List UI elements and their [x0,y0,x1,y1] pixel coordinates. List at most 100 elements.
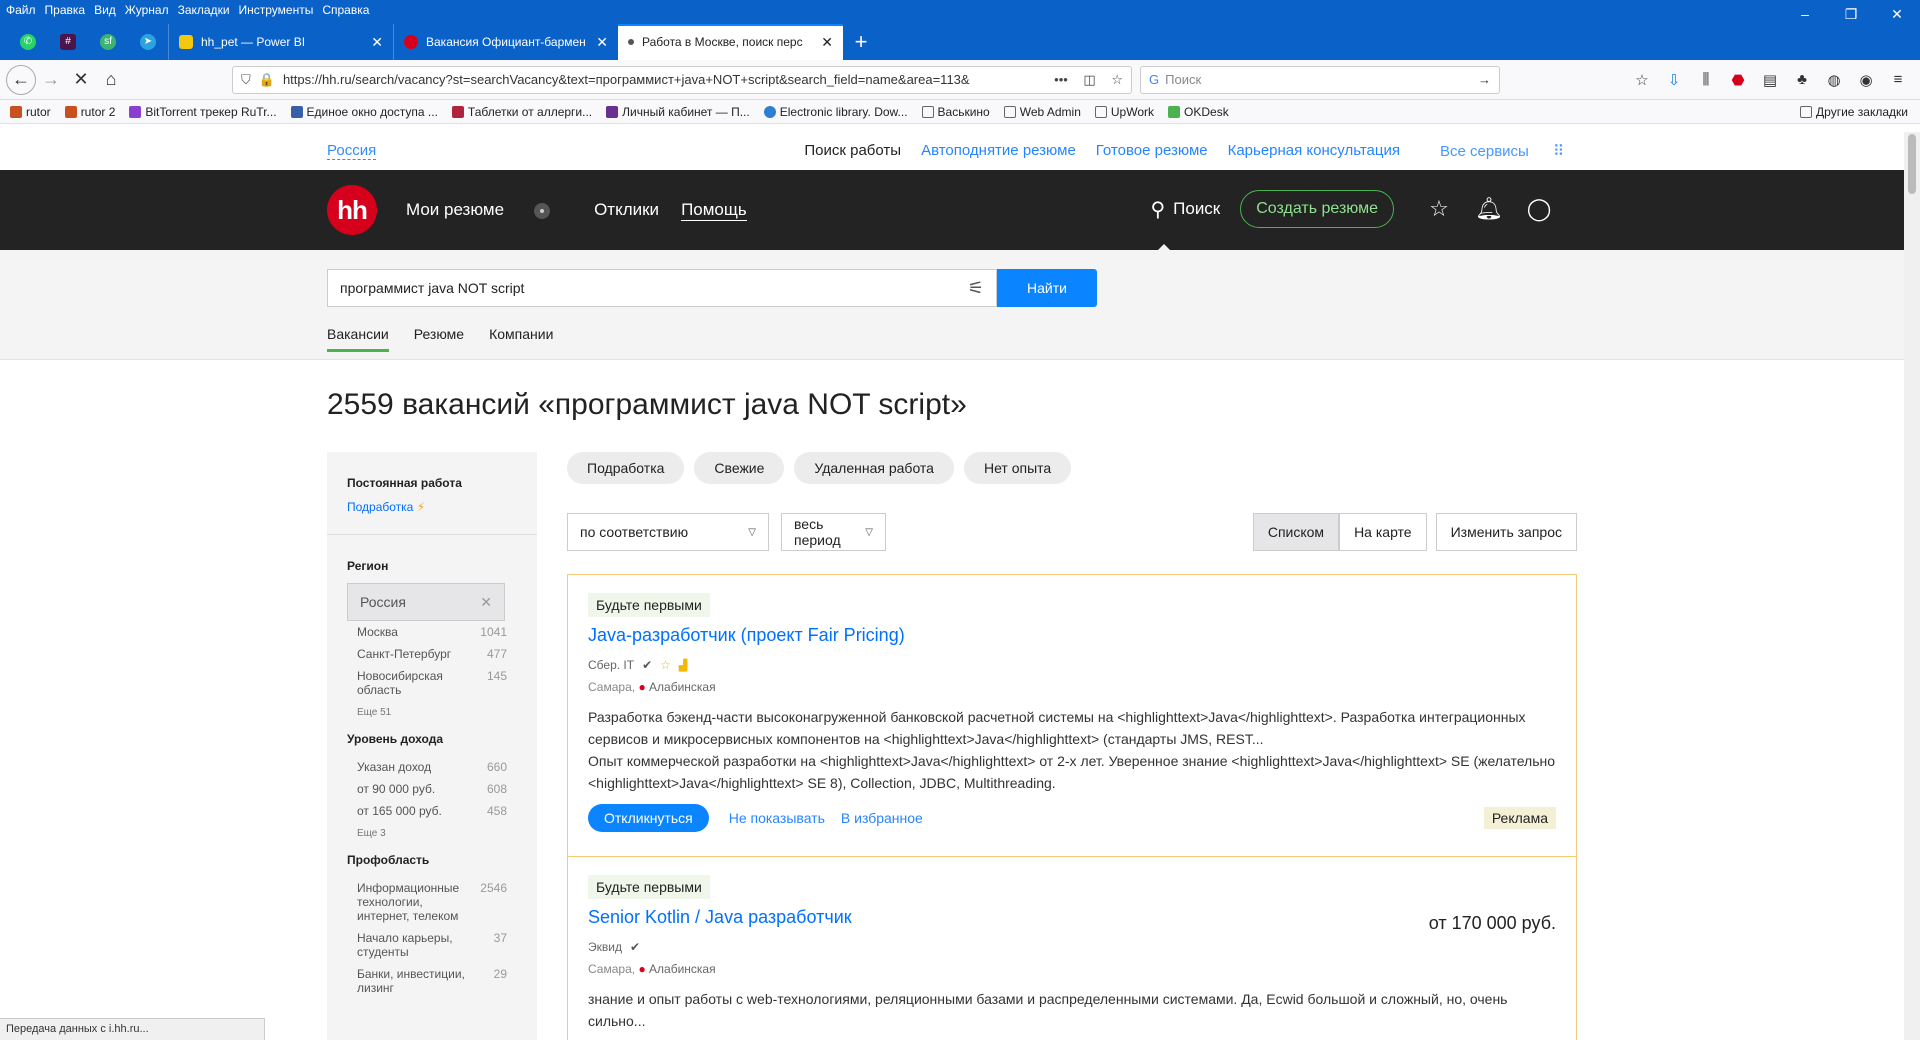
tab-search-active[interactable]: Работа в Москве, поиск перс ✕ [618,24,843,60]
vpn-icon[interactable]: ◍ [1818,71,1850,89]
bookmark-rutor2[interactable]: rutor 2 [64,105,115,119]
pinned-tab-skillfactory[interactable]: sf [88,24,128,60]
minimize-icon[interactable]: – [1782,0,1828,28]
bell-icon[interactable]: 🔔︎ [1464,196,1514,222]
star-icon[interactable]: ☆ [1414,196,1464,222]
create-resume-button[interactable]: Создать резюме [1240,190,1394,228]
menu-help[interactable]: Справка [322,3,369,17]
clear-icon[interactable]: ✕ [480,594,492,611]
chip-no-experience[interactable]: Нет опыта [963,452,1072,484]
bookmark-pills[interactable]: Таблетки от аллерги... [451,105,592,119]
income-item[interactable]: от 90 000 руб. 608 [347,778,517,800]
view-list-button[interactable]: Списком [1252,513,1340,551]
lock-icon[interactable]: 🔒 [259,72,275,88]
url-bar[interactable]: ⛉ 🔒 https://hh.ru/search/vacancy?st=sear… [232,65,1132,94]
bookmark-rutor[interactable]: rutor [10,105,51,119]
close-tab-icon[interactable]: ✕ [821,34,833,51]
tab-companies[interactable]: Компании [489,326,553,352]
region-item-moscow[interactable]: Москва 1041 [347,621,517,643]
region-item-russia[interactable]: Россия ✕ [347,583,505,621]
part-time-link[interactable]: Подработка ⚡ [347,500,517,514]
library-icon[interactable]: ⫼ [1690,71,1722,89]
hide-vacancy-link[interactable]: Не показывать [729,810,825,826]
filter-sliders-icon[interactable]: ⚟ [968,278,984,299]
tab-resumes[interactable]: Резюме [414,326,464,352]
change-query-button[interactable]: Изменить запрос [1435,513,1577,551]
menu-bookmarks[interactable]: Закладки [178,3,230,17]
home-button[interactable]: ⌂ [96,65,126,95]
bookmark-other[interactable]: Другие закладки [1800,105,1908,119]
bookmark-window[interactable]: Единое окно доступа ... [290,105,438,119]
new-tab-button[interactable]: + [843,24,879,60]
hh-logo[interactable]: hh [327,185,377,235]
browser-search[interactable]: G Поиск → [1140,65,1500,94]
go-arrow-icon[interactable]: → [1478,72,1491,87]
sort-order-select[interactable]: по соответствию ▽ [567,513,769,551]
tab-powerbi[interactable]: hh_pet — Power BI ✕ [168,24,393,60]
region-item-novosibirsk[interactable]: Новосибирская область 145 [347,665,517,701]
region-item-spb[interactable]: Санкт-Петербург 477 [347,643,517,665]
vacancy-title-link[interactable]: Senior Kotlin / Java разработчик [588,907,1556,928]
hamburger-menu-icon[interactable]: ≡ [1882,71,1914,89]
profarea-item[interactable]: Начало карьеры, студенты 37 [347,927,517,963]
menu-view[interactable]: Вид [94,3,116,17]
pocket-icon[interactable]: ◫ [1083,72,1095,87]
bookmark-rutracker[interactable]: BitTorrent трекер RuTr... [129,105,277,119]
link-career[interactable]: Карьерная консультация [1228,142,1400,160]
company-link[interactable]: Сбер. IT [588,658,634,672]
stop-button[interactable]: ✕ [66,65,96,95]
find-button[interactable]: Найти [997,269,1097,307]
chip-fresh[interactable]: Свежие [694,452,785,484]
link-job-search[interactable]: Поиск работы [804,142,901,160]
pinned-tab-whatsapp[interactable]: ✆ [8,24,48,60]
add-favorite-link[interactable]: В избранное [841,810,923,826]
chip-remote[interactable]: Удаленная работа [794,452,954,484]
bookmark-folder-upwork[interactable]: UpWork [1094,105,1154,119]
menu-edit[interactable]: Правка [45,3,86,17]
view-map-button[interactable]: На карте [1339,513,1427,551]
pinned-tab-telegram[interactable]: ➤ [128,24,168,60]
more-regions-link[interactable]: Еще 51 [347,701,517,728]
reading-list-icon[interactable]: ☆ [1626,71,1658,89]
adblock-icon[interactable]: ⬣ [1722,71,1754,89]
income-item[interactable]: Указан доход 660 [347,756,517,778]
url-text[interactable]: https://hh.ru/search/vacancy?st=searchVa… [283,72,1042,87]
bookmark-folder-webadmin[interactable]: Web Admin [1003,105,1081,119]
menu-history[interactable]: Журнал [125,3,169,17]
pinned-tab-slack[interactable]: # [48,24,88,60]
link-all-services[interactable]: Все сервисы ⠿ [1420,142,1564,160]
search-query[interactable]: программист java NOT script [340,280,968,296]
shield-icon[interactable]: ⛉ [241,72,251,88]
respond-button[interactable]: Откликнуться [588,804,709,832]
download-icon[interactable]: ⇩ [1658,71,1690,89]
menu-file[interactable]: Файл [6,3,36,17]
account-icon[interactable]: ◉ [1850,71,1882,89]
link-autoraise[interactable]: Автоподнятие резюме [921,142,1076,160]
bookmark-cabinet[interactable]: Личный кабинет — П... [606,105,750,119]
vacancy-title-link[interactable]: Java-разработчик (проект Fair Pricing) [588,625,1556,646]
company-link[interactable]: Эквид [588,940,622,954]
page-scrollbar[interactable] [1904,132,1920,1040]
bookmark-folder-vaskino[interactable]: Васькино [921,105,990,119]
nav-help[interactable]: Помощь [681,200,747,221]
header-search[interactable]: ⚲ Поиск [1150,197,1220,252]
profarea-item[interactable]: Информационные технологии, интернет, тел… [347,877,517,927]
extension-icon[interactable]: ♣ [1786,71,1818,89]
bookmark-star-icon[interactable]: ☆ [1111,72,1123,87]
forward-button[interactable]: → [36,65,66,95]
search-engine-icon[interactable]: G [1149,72,1159,87]
close-tab-icon[interactable]: ✕ [596,34,608,51]
scroll-thumb[interactable] [1908,134,1916,194]
browser-search-input[interactable]: Поиск [1165,72,1478,87]
region-link[interactable]: Россия [327,142,377,160]
period-select[interactable]: весь период ▽ [781,513,886,551]
more-icon[interactable]: ••• [1054,72,1068,87]
bookmark-library[interactable]: Electronic library. Dow... [763,105,908,119]
close-window-icon[interactable]: ✕ [1874,0,1920,28]
menu-tools[interactable]: Инструменты [239,3,314,17]
search-input[interactable]: программист java NOT script ⚟ [327,269,997,307]
profarea-item[interactable]: Банки, инвестиции, лизинг 29 [347,963,517,999]
nav-my-resumes[interactable]: Мои резюме [406,200,572,221]
nav-responses[interactable]: Отклики [594,200,659,221]
close-tab-icon[interactable]: ✕ [371,34,383,51]
